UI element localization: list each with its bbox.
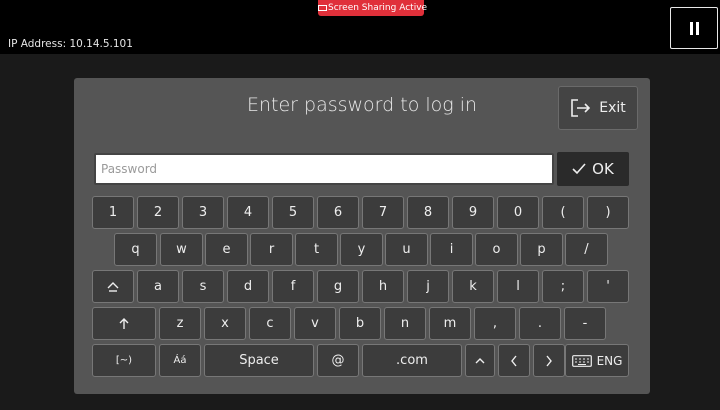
key-b[interactable]: b: [339, 307, 381, 340]
key-9[interactable]: 9: [452, 196, 494, 229]
ip-address: IP Address: 10.14.5.101: [8, 38, 133, 50]
key-j[interactable]: j: [407, 270, 449, 303]
arrow-up-icon: [119, 317, 129, 329]
exit-button[interactable]: Exit: [558, 86, 638, 130]
key-1[interactable]: 1: [92, 196, 134, 229]
key-r[interactable]: r: [250, 233, 293, 266]
top-bar: Screen Sharing Active IP Address: 10.14.…: [0, 0, 720, 54]
key-c[interactable]: c: [249, 307, 291, 340]
key-0[interactable]: 0: [497, 196, 539, 229]
key-slash[interactable]: /: [565, 233, 608, 266]
key-k[interactable]: k: [452, 270, 494, 303]
key-dash[interactable]: -: [564, 307, 606, 340]
key-z[interactable]: z: [159, 307, 201, 340]
key-i[interactable]: i: [430, 233, 473, 266]
caret-up-key[interactable]: [465, 344, 495, 377]
key-5[interactable]: 5: [272, 196, 314, 229]
left-arrow-key[interactable]: [498, 344, 530, 377]
language-key[interactable]: ENG: [565, 344, 629, 377]
chevron-up-icon: [475, 357, 485, 363]
key-y[interactable]: y: [340, 233, 383, 266]
dotcom-key[interactable]: .com: [362, 344, 462, 377]
key-l[interactable]: l: [497, 270, 539, 303]
shift-key[interactable]: [92, 270, 134, 303]
key-semicolon[interactable]: ;: [542, 270, 584, 303]
exit-label: Exit: [599, 100, 626, 116]
key-p[interactable]: p: [520, 233, 563, 266]
key-h[interactable]: h: [362, 270, 404, 303]
key-x[interactable]: x: [204, 307, 246, 340]
pause-icon-bar: [695, 21, 699, 35]
key-s[interactable]: s: [182, 270, 224, 303]
key-d[interactable]: d: [227, 270, 269, 303]
screen-sharing-badge: Screen Sharing Active: [318, 0, 428, 16]
ok-label: OK: [592, 160, 614, 178]
screen-icon: [318, 5, 327, 11]
check-icon: [572, 163, 586, 175]
key-comma[interactable]: ,: [474, 307, 516, 340]
key-period[interactable]: .: [519, 307, 561, 340]
space-key[interactable]: Space: [204, 344, 314, 377]
right-arrow-key[interactable]: [533, 344, 565, 377]
key-8[interactable]: 8: [407, 196, 449, 229]
key-t[interactable]: t: [295, 233, 338, 266]
key-a[interactable]: a: [137, 270, 179, 303]
key-6[interactable]: 6: [317, 196, 359, 229]
key-close-paren[interactable]: ): [587, 196, 629, 229]
key-apostrophe[interactable]: ': [587, 270, 629, 303]
key-v[interactable]: v: [294, 307, 336, 340]
at-key[interactable]: @: [317, 344, 359, 377]
pause-button[interactable]: [670, 7, 718, 49]
key-o[interactable]: o: [475, 233, 518, 266]
key-n[interactable]: n: [384, 307, 426, 340]
key-g[interactable]: g: [317, 270, 359, 303]
ok-button[interactable]: OK: [557, 152, 629, 186]
keyboard-icon: [571, 354, 592, 367]
accents-key[interactable]: Áá: [159, 344, 201, 377]
screen-sharing-label: Screen Sharing Active: [328, 3, 428, 13]
key-2[interactable]: 2: [137, 196, 179, 229]
key-w[interactable]: w: [160, 233, 203, 266]
shift-icon: [107, 281, 119, 292]
chevron-left-icon: [511, 355, 517, 366]
key-3[interactable]: 3: [182, 196, 224, 229]
key-q[interactable]: q: [114, 233, 157, 266]
key-e[interactable]: e: [205, 233, 248, 266]
login-panel: Enter password to log in Exit OK 1 2 3 4…: [74, 78, 650, 394]
password-input[interactable]: [94, 153, 554, 185]
key-4[interactable]: 4: [227, 196, 269, 229]
key-7[interactable]: 7: [362, 196, 404, 229]
key-open-paren[interactable]: (: [542, 196, 584, 229]
symbols-key[interactable]: [~): [92, 344, 156, 377]
key-f[interactable]: f: [272, 270, 314, 303]
chevron-right-icon: [546, 355, 552, 366]
language-label: ENG: [596, 353, 623, 368]
key-u[interactable]: u: [385, 233, 428, 266]
key-m[interactable]: m: [429, 307, 471, 340]
pause-icon: [689, 21, 693, 35]
uppercase-key[interactable]: [92, 307, 156, 340]
exit-icon: [571, 99, 591, 117]
